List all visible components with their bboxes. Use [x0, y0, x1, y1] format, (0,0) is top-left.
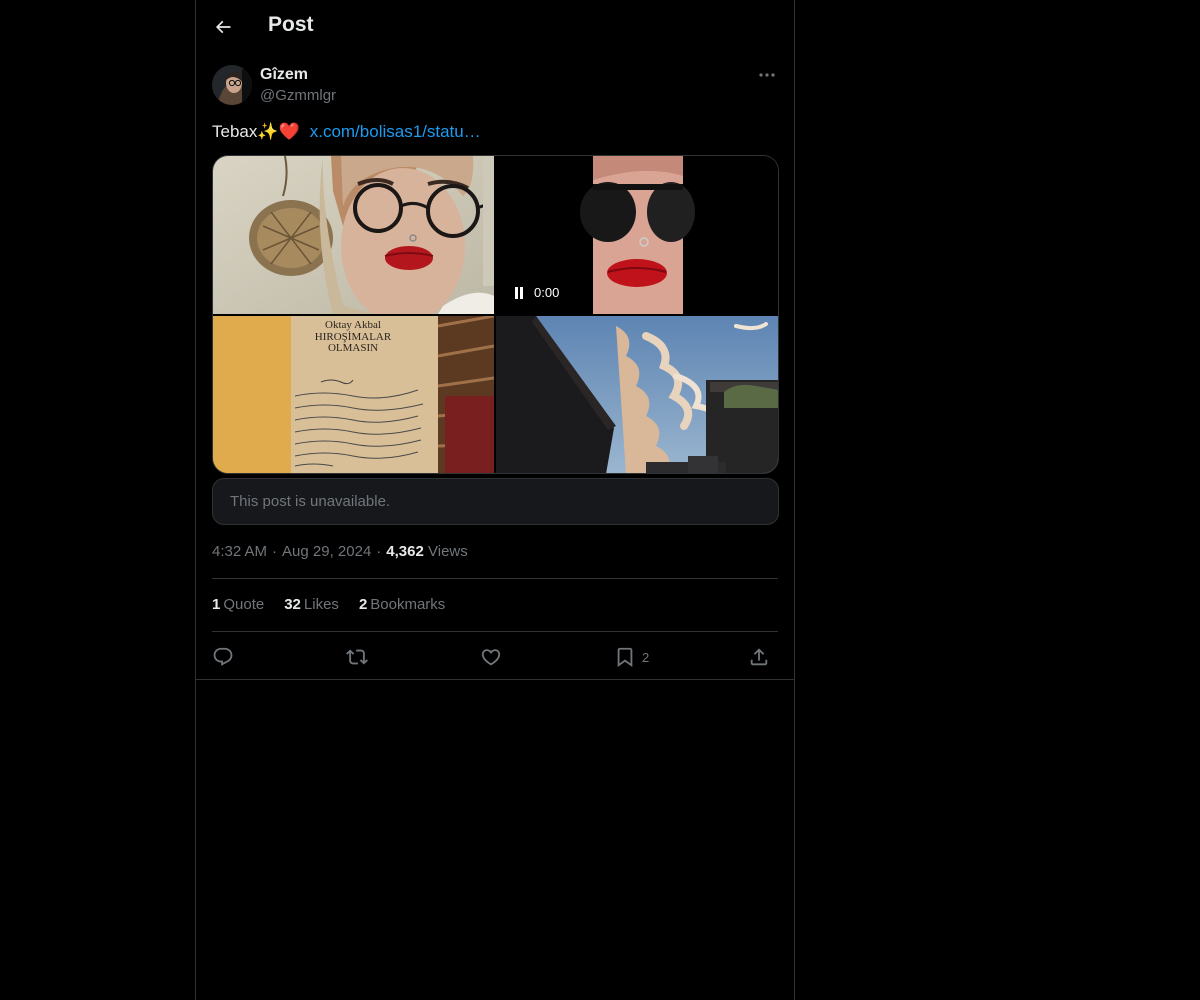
more-options-button[interactable] [756, 65, 778, 85]
media-grid: 0:00 Oktay Akbal HIROŞİMALAR OLMASIN [212, 155, 779, 474]
meta-separator: · [376, 543, 382, 560]
unavailable-text: This post is unavailable. [230, 493, 391, 510]
pause-button[interactable] [512, 286, 526, 300]
media-photo-3[interactable] [496, 316, 778, 473]
bookmark-button[interactable]: 2 [614, 643, 649, 671]
post-link[interactable]: x.com/bolisas1/statu… [310, 122, 481, 141]
video-controls: 0:00 [512, 285, 559, 300]
author-handle[interactable]: @Gzmmlgr [260, 87, 336, 104]
repost-button[interactable] [346, 643, 368, 671]
heart-icon [481, 649, 501, 666]
quotes-count: 1 [212, 596, 221, 613]
media-video[interactable]: 0:00 [496, 156, 778, 314]
likes-count: 32 [284, 596, 301, 613]
repost-icon [346, 649, 368, 665]
back-button[interactable] [207, 11, 239, 43]
post-author: Gîzem @Gzmmlgr [212, 64, 778, 108]
bookmarks-count: 2 [358, 596, 368, 613]
book-title-line2: OLMASIN [328, 342, 378, 354]
book-author-text: Oktay Akbal [325, 319, 381, 331]
video-time: 0:00 [534, 285, 560, 300]
likes-label: Likes [303, 596, 339, 613]
quotes-label: Quote [223, 596, 265, 613]
post-stats: 1 Quote 32 Likes 2 Bookmarks [212, 596, 445, 613]
avatar[interactable] [212, 65, 252, 105]
likes-stat[interactable]: 32 Likes [284, 596, 339, 613]
share-icon [750, 648, 768, 666]
author-name[interactable]: Gîzem [260, 66, 308, 84]
bookmarks-label: Bookmarks [370, 596, 446, 613]
bookmark-count: 2 [642, 649, 650, 665]
post-text-body: Tebax [212, 122, 258, 141]
views-label: Views [428, 543, 468, 560]
pause-icon [515, 286, 523, 299]
post-emojis: ✨❤️ [257, 122, 300, 142]
post-text: Tebax✨❤️ x.com/bolisas1/statu… [212, 120, 481, 144]
divider [212, 631, 778, 632]
media-photo-1[interactable] [213, 156, 494, 314]
media-photo-2[interactable]: Oktay Akbal HIROŞİMALAR OLMASIN [213, 316, 494, 473]
views-count: 4,362 [386, 543, 424, 560]
post-meta: 4:32 AM · Aug 29, 2024 · 4,362 Views [212, 543, 468, 560]
post-column: Post Gîzem @Gzmmlgr Tebax✨❤️ x.com/bolis… [195, 0, 795, 1000]
quoted-post-unavailable: This post is unavailable. [212, 478, 779, 525]
reply-button[interactable] [212, 643, 234, 671]
page-title: Post [268, 13, 314, 36]
post-time[interactable]: 4:32 AM [212, 543, 267, 560]
action-bar: 2 [212, 643, 778, 671]
bookmark-icon [617, 647, 633, 668]
page-header: Post [196, 0, 794, 53]
divider [212, 578, 778, 579]
arrow-left-icon [215, 20, 231, 34]
quotes-stat[interactable]: 1 Quote [212, 596, 264, 613]
share-button[interactable] [748, 643, 770, 671]
meta-separator: · [272, 543, 278, 560]
reply-icon [213, 647, 233, 666]
bookmarks-stat[interactable]: 2 Bookmarks [359, 596, 445, 613]
post-date[interactable]: Aug 29, 2024 [282, 543, 371, 560]
like-button[interactable] [480, 643, 502, 671]
divider [196, 679, 794, 680]
more-horizontal-icon [759, 73, 775, 77]
